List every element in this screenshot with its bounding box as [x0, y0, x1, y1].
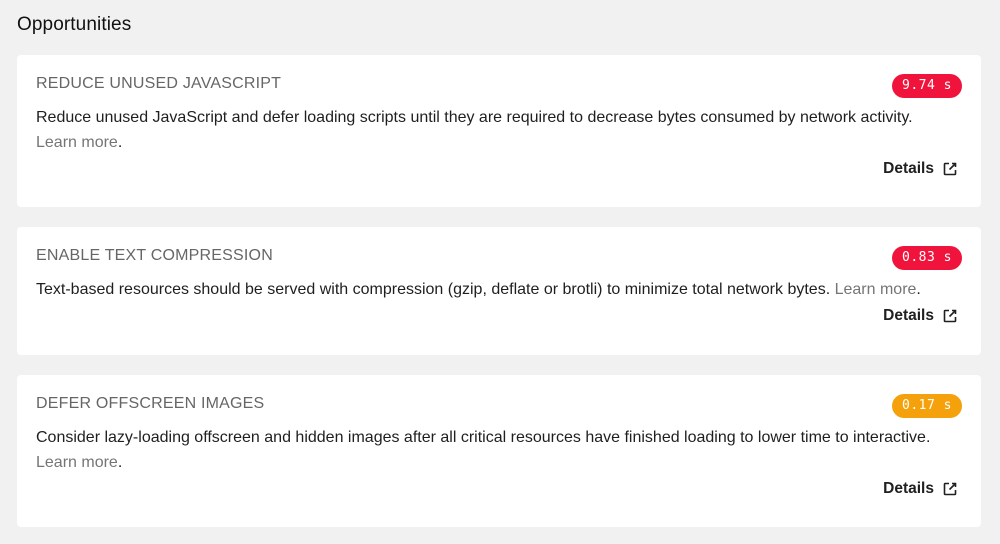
opportunity-description: Text-based resources should be served wi…: [36, 281, 921, 298]
section-title: Opportunities: [17, 14, 132, 35]
details-button[interactable]: Details: [883, 160, 958, 178]
opportunity-title: REDUCE UNUSED JAVASCRIPT: [36, 75, 282, 92]
details-label: Details: [883, 160, 934, 177]
details-label: Details: [883, 307, 934, 324]
learn-more-link[interactable]: Learn more: [835, 281, 917, 298]
details-button[interactable]: Details: [883, 480, 958, 498]
external-link-icon: [942, 161, 958, 177]
learn-more-link[interactable]: Learn more: [36, 134, 118, 151]
description-text: Consider lazy-loading offscreen and hidd…: [36, 429, 931, 446]
opportunities-panel: Opportunities REDUCE UNUSED JAVASCRIPT 9…: [0, 0, 1000, 544]
savings-badge: 0.17 s: [892, 394, 962, 418]
external-link-icon: [942, 481, 958, 497]
opportunity-description: Reduce unused JavaScript and defer loadi…: [36, 109, 913, 151]
details-button[interactable]: Details: [883, 307, 958, 325]
savings-badge: 9.74 s: [892, 74, 962, 98]
opportunity-card-text-compression: ENABLE TEXT COMPRESSION 0.83 s Text-base…: [17, 227, 981, 355]
details-label: Details: [883, 480, 934, 497]
description-text: Reduce unused JavaScript and defer loadi…: [36, 109, 913, 126]
description-text: Text-based resources should be served wi…: [36, 281, 831, 298]
external-link-icon: [942, 308, 958, 324]
opportunity-card-offscreen-images: DEFER OFFSCREEN IMAGES 0.17 s Consider l…: [17, 375, 981, 527]
opportunity-description: Consider lazy-loading offscreen and hidd…: [36, 429, 931, 471]
savings-badge: 0.83 s: [892, 246, 962, 270]
opportunity-title: ENABLE TEXT COMPRESSION: [36, 247, 273, 264]
opportunity-card-unused-javascript: REDUCE UNUSED JAVASCRIPT 9.74 s Reduce u…: [17, 55, 981, 207]
learn-more-link[interactable]: Learn more: [36, 454, 118, 471]
opportunity-title: DEFER OFFSCREEN IMAGES: [36, 395, 265, 412]
